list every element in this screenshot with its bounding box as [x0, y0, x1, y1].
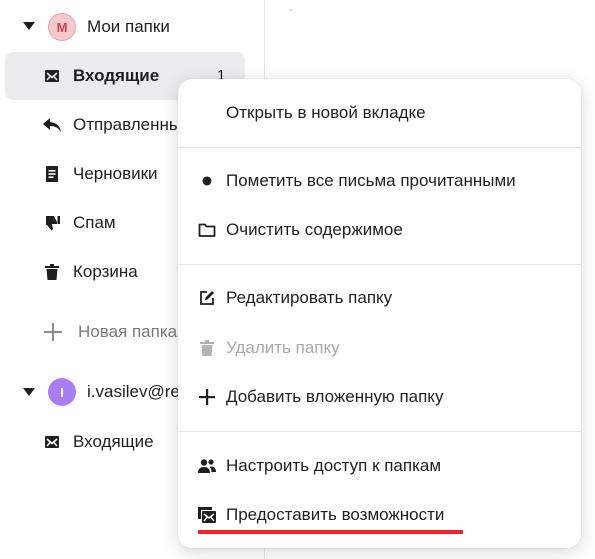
sidebar-item-label: Входящие — [73, 66, 160, 85]
decorative-speck — [290, 9, 292, 11]
menu-item-label: Удалить папку — [226, 338, 340, 357]
shared-mail-icon — [196, 504, 218, 526]
menu-item-edit-folder[interactable]: Редактировать папку — [178, 276, 581, 320]
menu-separator — [178, 147, 581, 148]
menu-item-label: Настроить доступ к папкам — [226, 456, 442, 475]
avatar-letter: I — [60, 384, 64, 400]
people-icon — [196, 455, 218, 477]
group-title-account[interactable]: i.vasilev@re — [87, 382, 180, 402]
folder-context-menu: Открыть в новой вкладке Пометить все пис… — [178, 79, 581, 548]
plus-icon — [44, 323, 62, 341]
menu-item-mark-all-read[interactable]: Пометить все письма прочитанными — [178, 159, 581, 203]
edit-icon — [196, 287, 218, 309]
document-icon — [42, 164, 62, 184]
menu-item-configure-access[interactable]: Настроить доступ к папкам — [178, 444, 581, 488]
trash-icon — [42, 262, 62, 282]
envelope-icon — [42, 432, 62, 452]
trash-icon — [196, 337, 218, 359]
menu-item-label: Добавить вложенную папку — [226, 387, 444, 406]
sidebar-item-trash[interactable]: Корзина — [73, 262, 138, 282]
menu-item-delete-folder[interactable]: Удалить папку — [178, 326, 581, 370]
avatar: I — [48, 378, 76, 406]
menu-item-label: Предоставить возможности — [226, 505, 445, 524]
avatar-letter: М — [56, 19, 68, 35]
sidebar-item-drafts[interactable]: Черновики — [73, 164, 158, 184]
plus-icon — [196, 386, 218, 408]
menu-separator — [178, 264, 581, 265]
menu-item-clear-contents[interactable]: Очистить содержимое — [178, 208, 581, 252]
mail-app: М Мои папки Входящие 1 Отправленные Черн… — [0, 0, 595, 559]
menu-item-open-new-tab[interactable]: Открыть в новой вкладке — [178, 91, 581, 135]
avatar: М — [48, 13, 76, 41]
new-folder-button[interactable]: Новая папка — [78, 322, 177, 342]
chevron-down-icon[interactable] — [23, 388, 35, 396]
thumbs-down-icon — [42, 213, 62, 233]
menu-item-label: Очистить содержимое — [226, 220, 403, 239]
reply-icon — [42, 115, 62, 135]
folder-icon — [196, 219, 218, 241]
sidebar-item-inbox-account[interactable]: Входящие — [73, 432, 154, 452]
envelope-icon — [42, 66, 62, 86]
menu-item-label: Пометить все письма прочитанными — [226, 171, 516, 190]
menu-item-add-subfolder[interactable]: Добавить вложенную папку — [178, 375, 581, 419]
menu-item-label: Редактировать папку — [226, 288, 393, 307]
highlight-underline — [198, 530, 463, 534]
menu-item-label: Открыть в новой вкладке — [226, 103, 426, 122]
group-title-my-folders[interactable]: Мои папки — [87, 17, 170, 37]
sidebar-item-spam[interactable]: Спам — [73, 213, 116, 233]
chevron-down-icon[interactable] — [23, 22, 35, 30]
menu-separator — [178, 431, 581, 432]
dot-icon — [196, 170, 218, 192]
sidebar-item-sent[interactable]: Отправленные — [73, 115, 191, 135]
